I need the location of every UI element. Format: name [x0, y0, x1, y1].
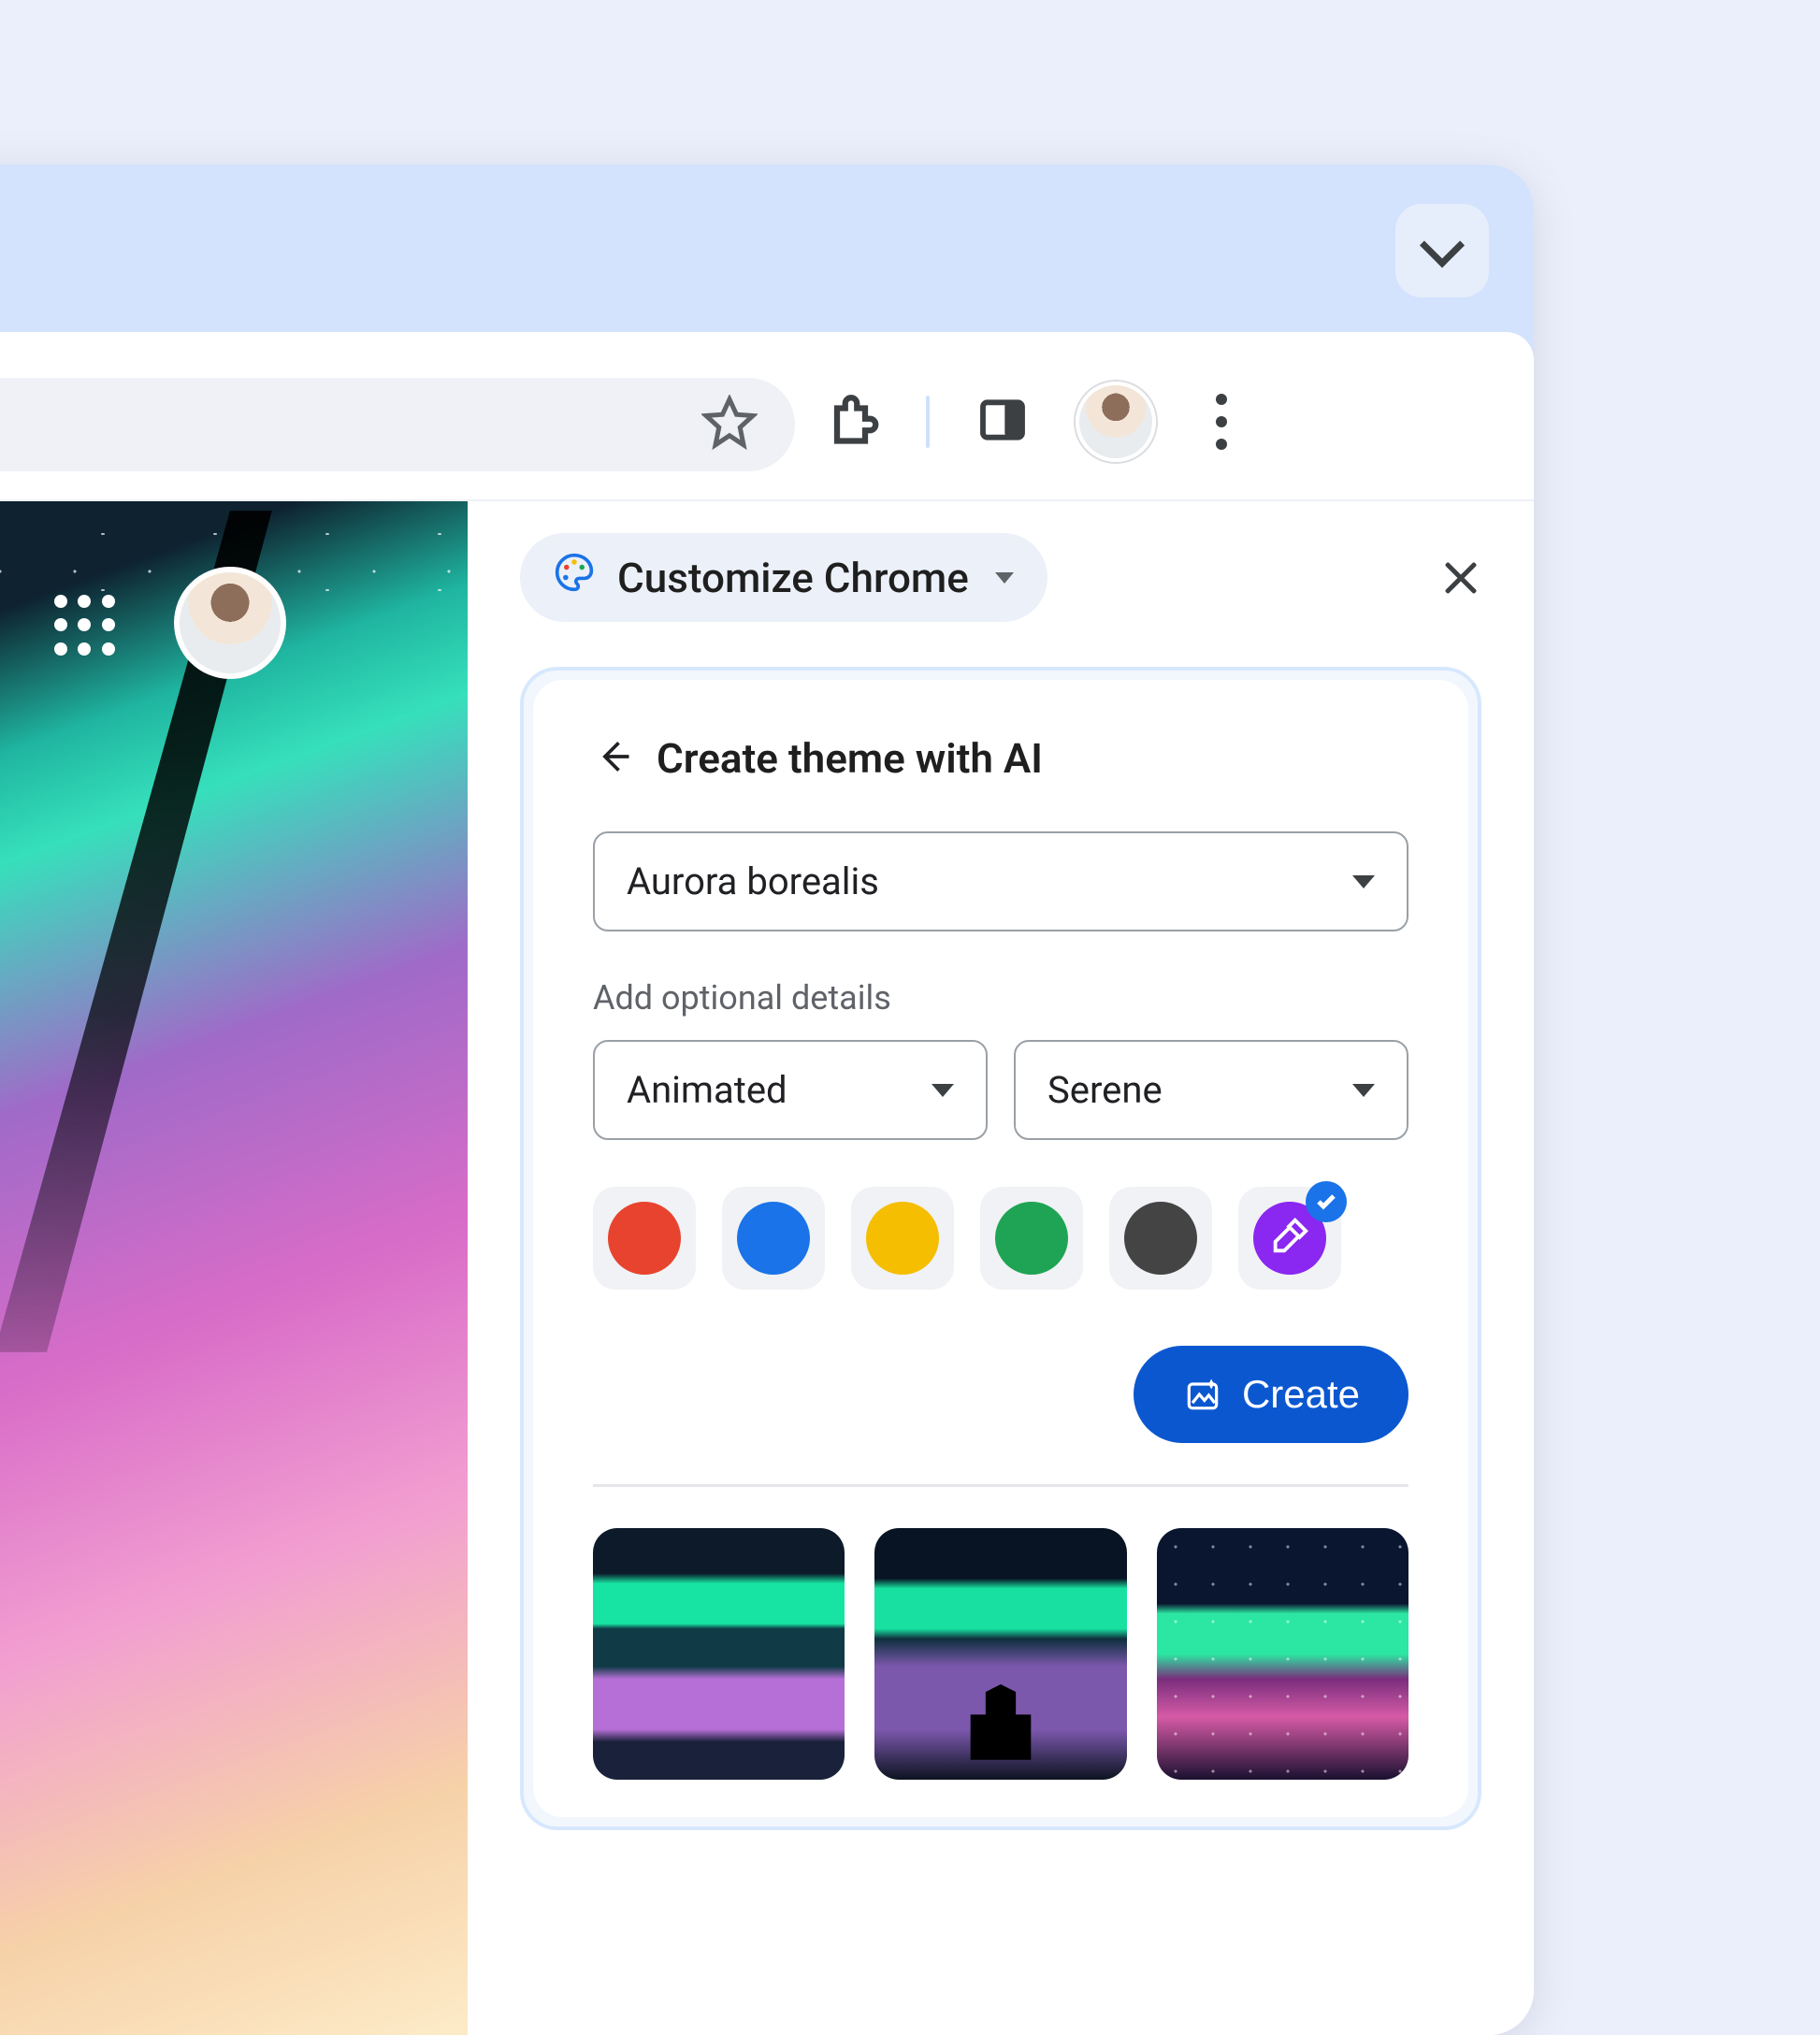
chevron-down-icon	[995, 572, 1014, 584]
tab-search-button[interactable]	[1395, 204, 1489, 297]
create-button[interactable]: Create	[1134, 1346, 1408, 1443]
stage: Customize Chrome Create theme with AI	[0, 0, 1820, 1820]
mood-value: Serene	[1047, 1068, 1163, 1112]
panel-card-inner: Create theme with AI Aurora borealis Add…	[533, 680, 1468, 1817]
apps-launcher-icon[interactable]	[54, 595, 116, 657]
optional-details-hint: Add optional details	[593, 978, 1408, 1018]
color-swatch-yellow[interactable]	[851, 1187, 954, 1290]
side-panel: Customize Chrome Create theme with AI	[468, 501, 1534, 2035]
overflow-menu-icon[interactable]	[1203, 394, 1240, 450]
theme-results	[593, 1528, 1408, 1780]
close-panel-button[interactable]	[1440, 557, 1481, 599]
content-area: Customize Chrome Create theme with AI	[0, 501, 1534, 2035]
tab-strip	[0, 165, 1534, 333]
theme-result-2[interactable]	[874, 1528, 1126, 1780]
eyedropper-icon	[1268, 1215, 1311, 1262]
ntp-avatar[interactable]	[174, 567, 286, 679]
panel-title-label: Customize Chrome	[617, 554, 969, 602]
chevron-down-icon	[932, 1084, 954, 1097]
swatch-dot	[1124, 1202, 1197, 1275]
selected-check-icon	[1306, 1181, 1347, 1222]
bookmark-star-icon[interactable]	[701, 395, 758, 455]
side-panel-icon[interactable]	[976, 394, 1029, 450]
swatch-dot	[866, 1202, 939, 1275]
browser-window: Customize Chrome Create theme with AI	[0, 165, 1534, 2035]
omnibox[interactable]	[0, 378, 795, 471]
toolbar-divider	[926, 396, 930, 448]
theme-result-1[interactable]	[593, 1528, 845, 1780]
card-title-row: Create theme with AI	[593, 734, 1408, 783]
swatch-dot	[995, 1202, 1068, 1275]
palette-icon	[554, 552, 595, 603]
color-swatch-red[interactable]	[593, 1187, 696, 1290]
tabpage-curve	[0, 332, 1534, 360]
color-swatch-custom[interactable]	[1238, 1187, 1341, 1290]
style-value: Animated	[627, 1068, 787, 1112]
ntp-background	[0, 501, 468, 2035]
create-row: Create	[593, 1346, 1408, 1443]
create-button-label: Create	[1242, 1372, 1360, 1417]
toolbar	[0, 333, 1534, 501]
back-button[interactable]	[593, 736, 634, 781]
chevron-down-icon	[1420, 223, 1465, 267]
divider	[593, 1484, 1408, 1487]
toolbar-actions	[823, 382, 1485, 462]
extensions-icon[interactable]	[823, 392, 879, 452]
panel-title-chip[interactable]: Customize Chrome	[520, 533, 1047, 622]
color-swatch-blue[interactable]	[722, 1187, 825, 1290]
option-selects-row: Animated Serene	[593, 1040, 1408, 1140]
panel-card: Create theme with AI Aurora borealis Add…	[520, 667, 1481, 1830]
color-swatch-green[interactable]	[980, 1187, 1083, 1290]
panel-header: Customize Chrome	[520, 533, 1481, 622]
swatch-dot	[737, 1202, 810, 1275]
chevron-down-icon	[1352, 875, 1375, 888]
sparkle-image-icon	[1182, 1374, 1223, 1415]
swatch-dot	[608, 1202, 681, 1275]
color-swatch-row	[593, 1187, 1408, 1290]
theme-result-3[interactable]	[1157, 1528, 1408, 1780]
color-swatch-grey[interactable]	[1109, 1187, 1212, 1290]
mood-select[interactable]: Serene	[1014, 1040, 1408, 1140]
card-title: Create theme with AI	[657, 734, 1043, 783]
chevron-down-icon	[1352, 1084, 1375, 1097]
subject-value: Aurora borealis	[627, 859, 879, 903]
subject-select[interactable]: Aurora borealis	[593, 831, 1408, 931]
style-select[interactable]: Animated	[593, 1040, 988, 1140]
profile-avatar[interactable]	[1076, 382, 1156, 462]
